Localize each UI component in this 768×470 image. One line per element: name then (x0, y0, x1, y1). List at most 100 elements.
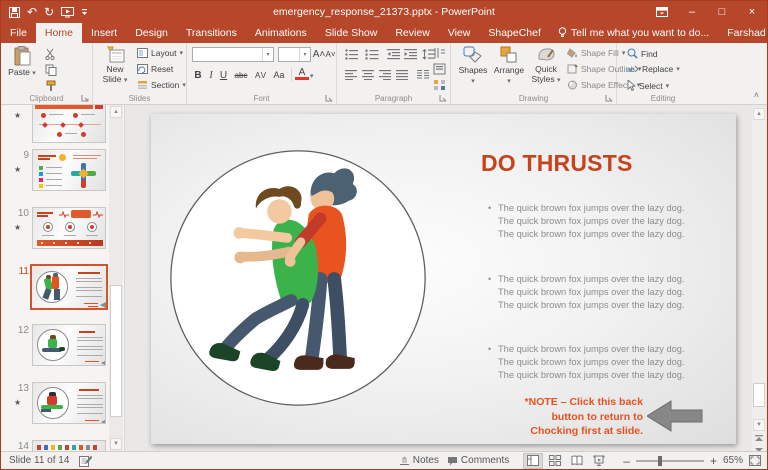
heimlich-illustration[interactable] (166, 146, 430, 410)
fit-slide-to-window-button[interactable] (749, 455, 761, 466)
thumbnail-slide-8[interactable] (32, 105, 106, 143)
find-button[interactable]: Find (627, 48, 658, 59)
layout-button[interactable]: Layout▾ (137, 48, 183, 58)
minimize-button[interactable]: – (677, 1, 707, 23)
panel-scrollbar-thumb[interactable] (110, 285, 122, 417)
panel-scroll-down-button[interactable]: ▼ (110, 438, 122, 450)
tab-file[interactable]: File (1, 23, 36, 43)
scroll-up-button[interactable]: ▲ (753, 108, 765, 120)
drawing-dialog-launcher[interactable] (605, 94, 613, 102)
align-center-icon[interactable] (362, 70, 374, 80)
customize-qat-icon[interactable] (81, 8, 88, 17)
columns-icon[interactable] (417, 70, 429, 80)
font-name-combobox[interactable]: ▾ (192, 47, 274, 62)
panel-scroll-up-button[interactable]: ▲ (110, 106, 122, 118)
align-left-icon[interactable] (345, 70, 357, 80)
clipboard-dialog-launcher[interactable] (81, 94, 89, 102)
reading-view-button[interactable] (567, 453, 587, 469)
thumbnail-panel-scrollbar[interactable]: ▲ ▼ (109, 105, 123, 451)
tab-transitions[interactable]: Transitions (177, 23, 246, 43)
zoom-in-button[interactable]: + (710, 454, 717, 468)
tab-animations[interactable]: Animations (246, 23, 316, 43)
align-text-icon[interactable] (433, 63, 446, 75)
thumbnail-slide-9[interactable] (32, 149, 106, 191)
copy-button[interactable] (45, 64, 57, 76)
redo-icon[interactable]: ↻ (44, 6, 54, 18)
bullet-group-3[interactable]: • The quick brown fox jumps over the laz… (488, 343, 733, 382)
tab-slideshow[interactable]: Slide Show (316, 23, 387, 43)
text-direction-icon[interactable] (433, 47, 446, 59)
quick-styles-button[interactable]: Quick Styles ▾ (529, 45, 563, 85)
start-slideshow-icon[interactable] (61, 7, 74, 18)
tab-view[interactable]: View (439, 23, 480, 43)
bullet-group-2[interactable]: • The quick brown fox jumps over the laz… (488, 273, 733, 312)
font-size-combobox[interactable]: ▾ (278, 47, 311, 62)
reset-button[interactable]: Reset (137, 64, 173, 74)
paragraph-dialog-launcher[interactable] (439, 94, 447, 102)
comments-button[interactable]: Comments (447, 455, 509, 466)
decrease-indent-icon[interactable] (387, 49, 400, 60)
numbering-icon[interactable] (365, 49, 379, 60)
bullets-icon[interactable] (345, 49, 359, 60)
thumbnail-slide-12[interactable] (32, 324, 106, 366)
font-size-dropdown[interactable]: ▾ (299, 48, 310, 61)
maximize-button[interactable]: □ (707, 1, 737, 23)
font-name-dropdown[interactable]: ▾ (262, 48, 273, 61)
zoom-slider[interactable] (636, 460, 704, 462)
format-painter-button[interactable] (45, 80, 57, 92)
character-spacing-button[interactable]: AV (253, 67, 269, 83)
increase-font-size-button[interactable]: A˄ (313, 46, 325, 62)
shapes-button[interactable]: Shapes ▾ (457, 45, 489, 86)
bold-button[interactable]: B (192, 67, 204, 83)
slide-title[interactable]: DO THRUSTS (481, 150, 736, 177)
tab-shapechef[interactable]: ShapeChef (479, 23, 550, 43)
close-button[interactable]: × (737, 1, 767, 23)
arrange-button[interactable]: Arrange ▾ (491, 45, 527, 86)
cut-button[interactable] (45, 48, 57, 60)
paste-button[interactable]: Paste ▾ (6, 45, 38, 79)
decrease-font-size-button[interactable]: A˅ (325, 46, 336, 62)
thumbnail-slide-11[interactable] (30, 264, 108, 310)
tell-me-box[interactable]: Tell me what you want to do... (550, 23, 717, 43)
increase-indent-icon[interactable] (404, 49, 417, 60)
section-button[interactable]: Section▾ (137, 80, 186, 90)
strikethrough-button[interactable]: abc (231, 67, 251, 83)
thumbnail-slide-14[interactable] (32, 440, 106, 451)
slide-sorter-view-button[interactable] (545, 453, 565, 469)
zoom-slider-thumb[interactable] (658, 456, 662, 466)
underline-button[interactable]: U (218, 67, 229, 83)
zoom-level[interactable]: 65% (723, 455, 743, 466)
ribbon-display-options-button[interactable] (647, 1, 677, 23)
collapse-ribbon-button[interactable]: ˄ (754, 90, 759, 100)
align-right-icon[interactable] (379, 70, 391, 80)
font-color-dropdown[interactable]: ▾ (310, 72, 314, 80)
replace-button[interactable]: ab Replace▾ (627, 64, 680, 74)
bullet-group-1[interactable]: • The quick brown fox jumps over the laz… (488, 202, 733, 241)
normal-view-button[interactable] (523, 453, 543, 469)
new-slide-button[interactable]: New Slide ▾ (99, 45, 131, 85)
signed-in-user[interactable]: Farshad Iqbal (717, 23, 768, 43)
tab-review[interactable]: Review (386, 23, 438, 43)
thumbnail-slide-13[interactable] (32, 382, 106, 424)
slide-scrollbar[interactable]: ▲ ▼ (752, 107, 766, 451)
spell-check-icon[interactable] (79, 455, 92, 467)
thumbnail-slide-10[interactable] (32, 207, 106, 249)
select-button[interactable]: Select▾ (627, 80, 669, 91)
slide-canvas[interactable]: DO THRUSTS • The quick brown fox jumps o… (151, 114, 736, 444)
convert-smartart-icon[interactable] (433, 79, 446, 91)
zoom-out-button[interactable]: – (623, 454, 630, 468)
save-icon[interactable] (9, 7, 20, 18)
italic-button[interactable]: I (206, 67, 216, 83)
previous-slide-button[interactable] (754, 435, 764, 443)
slideshow-view-button[interactable] (589, 453, 609, 469)
tab-home[interactable]: Home (36, 23, 82, 43)
undo-icon[interactable]: ↶ (27, 6, 37, 18)
back-arrow-button[interactable] (647, 400, 703, 432)
note-text[interactable]: *NOTE – Click this back button to return… (509, 395, 643, 439)
change-case-button[interactable]: Aa (271, 67, 287, 83)
tab-design[interactable]: Design (126, 23, 177, 43)
scroll-down-button[interactable]: ▼ (753, 419, 765, 431)
tab-insert[interactable]: Insert (82, 23, 126, 43)
scrollbar-thumb[interactable] (753, 383, 765, 407)
notes-button[interactable]: Notes (399, 455, 439, 466)
